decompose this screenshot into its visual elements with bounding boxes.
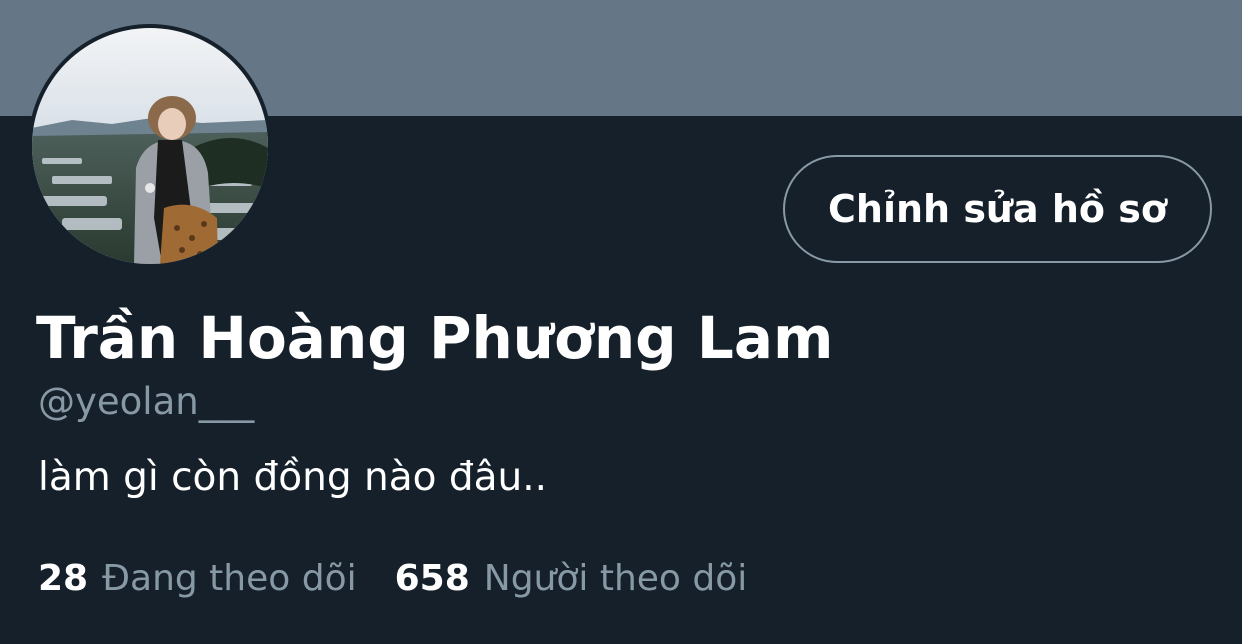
following-link[interactable]: 28 Đang theo dõi	[38, 552, 357, 606]
following-count: 28	[38, 558, 89, 599]
followers-count: 658	[394, 558, 470, 599]
follow-stats: 28 Đang theo dõi 658 Người theo dõi	[38, 552, 747, 606]
user-handle: @yeolan___	[38, 380, 255, 423]
edit-profile-button[interactable]: Chỉnh sửa hồ sơ	[783, 155, 1212, 263]
avatar[interactable]	[28, 24, 272, 268]
following-label: Đang theo dõi	[102, 558, 357, 599]
avatar-photo	[32, 28, 268, 264]
profile-bio: làm gì còn đồng nào đâu..	[38, 455, 548, 500]
followers-link[interactable]: 658 Người theo dõi	[395, 552, 748, 606]
followers-label: Người theo dõi	[483, 558, 748, 599]
display-name: Trần Hoàng Phương Lam	[36, 304, 834, 372]
